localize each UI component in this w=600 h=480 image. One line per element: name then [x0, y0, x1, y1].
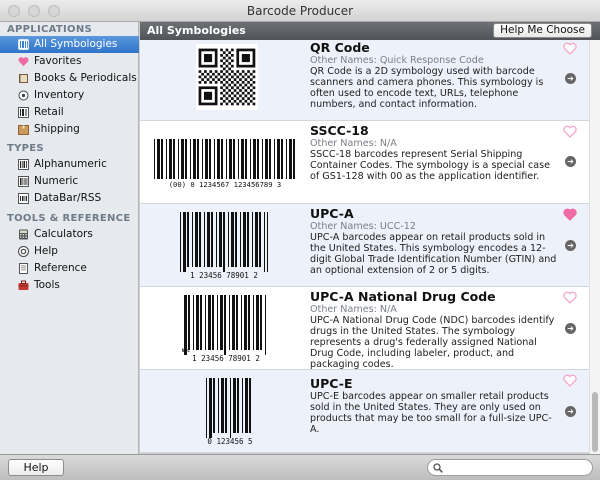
sscc-18-thumbnail: (00) 0 1234567 123456789 3 — [140, 125, 310, 199]
sidebar-item-databar-rss[interactable]: DataBar/RSS — [0, 190, 139, 207]
symbology-name: UPC-A — [310, 206, 354, 221]
favorite-heart-icon[interactable] — [563, 208, 577, 221]
symbology-row-upc-a-ndc[interactable]: NDC 1 23456 78901 2 UPC-A National Drug … — [140, 287, 589, 370]
inventory-icon — [18, 90, 29, 101]
upc-a-ndc-barcode-image — [184, 295, 266, 355]
sidebar-item-inventory[interactable]: Inventory — [0, 87, 139, 104]
heart-icon — [18, 57, 29, 67]
sidebar-item-calculators[interactable]: Calculators — [0, 226, 139, 243]
symbology-description: UPC-A barcodes appear on retail products… — [310, 232, 557, 276]
retail-icon — [18, 107, 29, 118]
scrollbar-thumb[interactable] — [592, 392, 598, 452]
symbology-description: SSCC-18 barcodes represent Serial Shippi… — [310, 149, 551, 182]
barcode-human-readable-text: 0 123456 5 — [207, 437, 253, 446]
search-field[interactable] — [427, 459, 593, 476]
symbology-description: UPC-A National Drug Code (NDC) barcodes … — [310, 315, 555, 370]
upc-e-barcode-image — [206, 378, 251, 438]
sidebar-item-books-periodicals[interactable]: Books & Periodicals — [0, 70, 139, 87]
sidebar-section-types: TYPES — [7, 143, 44, 154]
close-window-button[interactable] — [8, 5, 20, 17]
sidebar-item-shipping[interactable]: Shipping — [0, 121, 139, 138]
shipping-box-icon — [18, 125, 29, 135]
sidebar-item-help[interactable]: Help — [0, 243, 139, 260]
search-icon — [433, 463, 443, 473]
symbology-other-names: Other Names: N/A — [310, 304, 397, 315]
toolbox-icon — [18, 280, 29, 290]
list-header: All Symbologies Help Me Choose — [140, 22, 600, 40]
sidebar-item-numeric[interactable]: Numeric — [0, 173, 139, 190]
databar-icon — [18, 193, 29, 204]
favorite-heart-icon[interactable] — [563, 291, 577, 304]
favorite-heart-icon[interactable] — [563, 374, 577, 387]
favorite-heart-icon[interactable] — [563, 42, 577, 55]
list-header-title: All Symbologies — [147, 24, 246, 37]
symbology-name: UPC-A National Drug Code — [310, 289, 496, 304]
barcode-human-readable-text: 1 23456 78901 2 — [192, 354, 260, 363]
upc-a-ndc-thumbnail: NDC 1 23456 78901 2 — [140, 291, 310, 365]
upc-e-thumbnail: 0 123456 5 — [140, 374, 310, 448]
symbology-other-names: Other Names: Quick Response Code — [310, 55, 484, 66]
sscc-18-barcode-image — [154, 139, 295, 179]
symbology-row-qr-code[interactable]: QR Code Other Names: Quick Response Code… — [140, 40, 589, 121]
symbology-row-upc-a[interactable]: 1 23456 78901 2 UPC-A Other Names: UCC-1… — [140, 204, 589, 287]
window-title: Barcode Producer — [246, 4, 354, 18]
search-input[interactable] — [446, 461, 586, 474]
symbology-row-upc-e[interactable]: 0 123456 5 UPC-E UPC-E barcodes appear o… — [140, 370, 589, 453]
upc-a-barcode-image — [180, 212, 268, 272]
symbology-list: QR Code Other Names: Quick Response Code… — [140, 40, 589, 454]
list-scrollbar[interactable] — [589, 40, 600, 454]
qr-code-image — [196, 44, 258, 110]
help-button[interactable]: Help — [8, 459, 64, 476]
symbology-name: QR Code — [310, 40, 370, 55]
barcode-human-readable-text: 1 23456 78901 2 — [190, 271, 258, 280]
bottom-bar: Help — [0, 454, 600, 480]
zoom-window-button[interactable] — [48, 5, 60, 17]
symbology-name: UPC-E — [310, 376, 353, 391]
alphanumeric-icon — [18, 159, 29, 170]
sidebar-section-applications: APPLICATIONS — [7, 24, 93, 35]
numeric-icon — [18, 176, 29, 187]
symbology-name: SSCC-18 — [310, 123, 369, 138]
sidebar-item-favorites[interactable]: Favorites — [0, 53, 139, 70]
sidebar-item-alphanumeric[interactable]: Alphanumeric — [0, 156, 139, 173]
symbology-description: UPC-E barcodes appear on smaller retail … — [310, 391, 552, 435]
calculator-icon — [19, 229, 28, 240]
book-icon — [19, 74, 28, 83]
sidebar-item-reference[interactable]: Reference — [0, 260, 139, 277]
symbology-row-sscc-18[interactable]: (00) 0 1234567 123456789 3 SSCC-18 Other… — [140, 121, 589, 204]
details-arrow-icon[interactable]: ➜ — [565, 73, 576, 84]
help-icon — [18, 246, 29, 257]
details-arrow-icon[interactable]: ➜ — [565, 240, 576, 251]
details-arrow-icon[interactable]: ➜ — [565, 323, 576, 334]
symbology-description: QR Code is a 2D symbology used with barc… — [310, 66, 544, 110]
minimize-window-button[interactable] — [28, 5, 40, 17]
sidebar-item-retail[interactable]: Retail — [0, 104, 139, 121]
sidebar-item-tools[interactable]: Tools — [0, 277, 139, 294]
reference-icon — [19, 263, 28, 274]
details-arrow-icon[interactable]: ➜ — [565, 406, 576, 417]
upc-a-thumbnail: 1 23456 78901 2 — [140, 208, 310, 282]
symbology-other-names: Other Names: N/A — [310, 138, 397, 149]
symbology-other-names: Other Names: UCC-12 — [310, 221, 416, 232]
details-arrow-icon[interactable]: ➜ — [565, 156, 576, 167]
qr-code-thumbnail — [140, 42, 310, 116]
favorite-heart-icon[interactable] — [563, 125, 577, 138]
sidebar-section-tools-reference: TOOLS & REFERENCE — [7, 213, 131, 224]
barcode-human-readable-text: (00) 0 1234567 123456789 3 — [168, 180, 282, 189]
sidebar-item-all-symbologies[interactable]: All Symbologies — [0, 36, 139, 53]
all-symbologies-icon — [18, 39, 29, 50]
help-me-choose-button[interactable]: Help Me Choose — [493, 23, 592, 38]
sidebar: APPLICATIONS All Symbologies Favorites B… — [0, 22, 139, 454]
title-bar: Barcode Producer — [0, 0, 600, 22]
